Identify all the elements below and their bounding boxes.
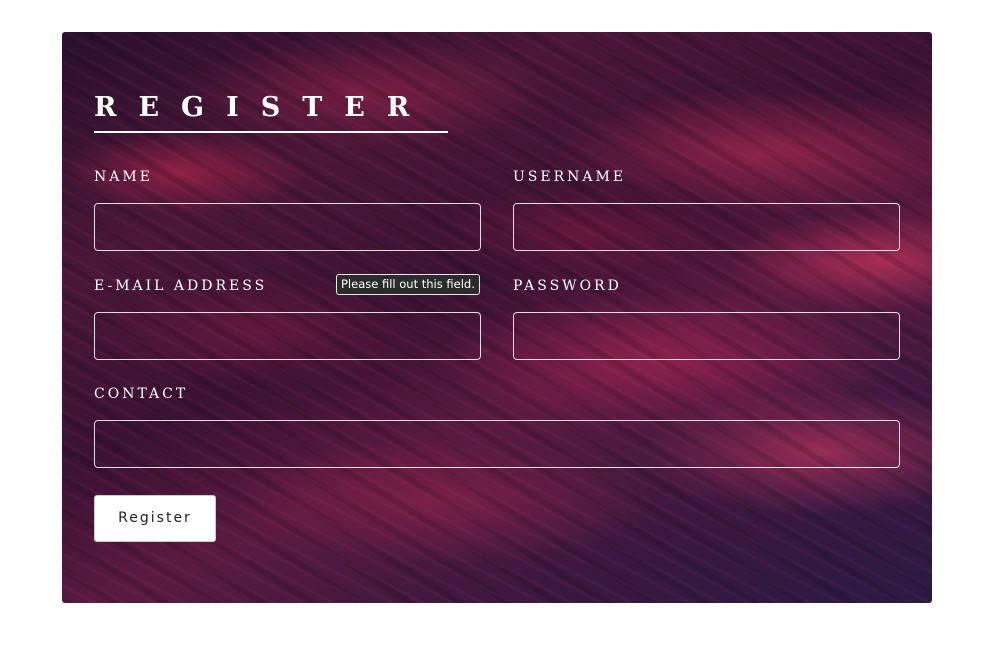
register-button[interactable]: Register [94, 495, 216, 542]
title-underline [94, 131, 448, 133]
name-label: NAME [94, 169, 153, 185]
form-title: REGISTER [94, 92, 432, 123]
username-input[interactable] [513, 203, 900, 251]
validation-tooltip: Please fill out this field. [336, 274, 480, 295]
email-label: E-MAIL ADDRESS [94, 278, 268, 294]
contact-input[interactable] [94, 420, 900, 468]
name-input[interactable] [94, 203, 481, 251]
email-input[interactable] [94, 312, 481, 360]
password-input[interactable] [513, 312, 900, 360]
password-label: PASSWORD [513, 278, 622, 294]
contact-label: CONTACT [94, 386, 189, 402]
username-label: USERNAME [513, 169, 627, 185]
